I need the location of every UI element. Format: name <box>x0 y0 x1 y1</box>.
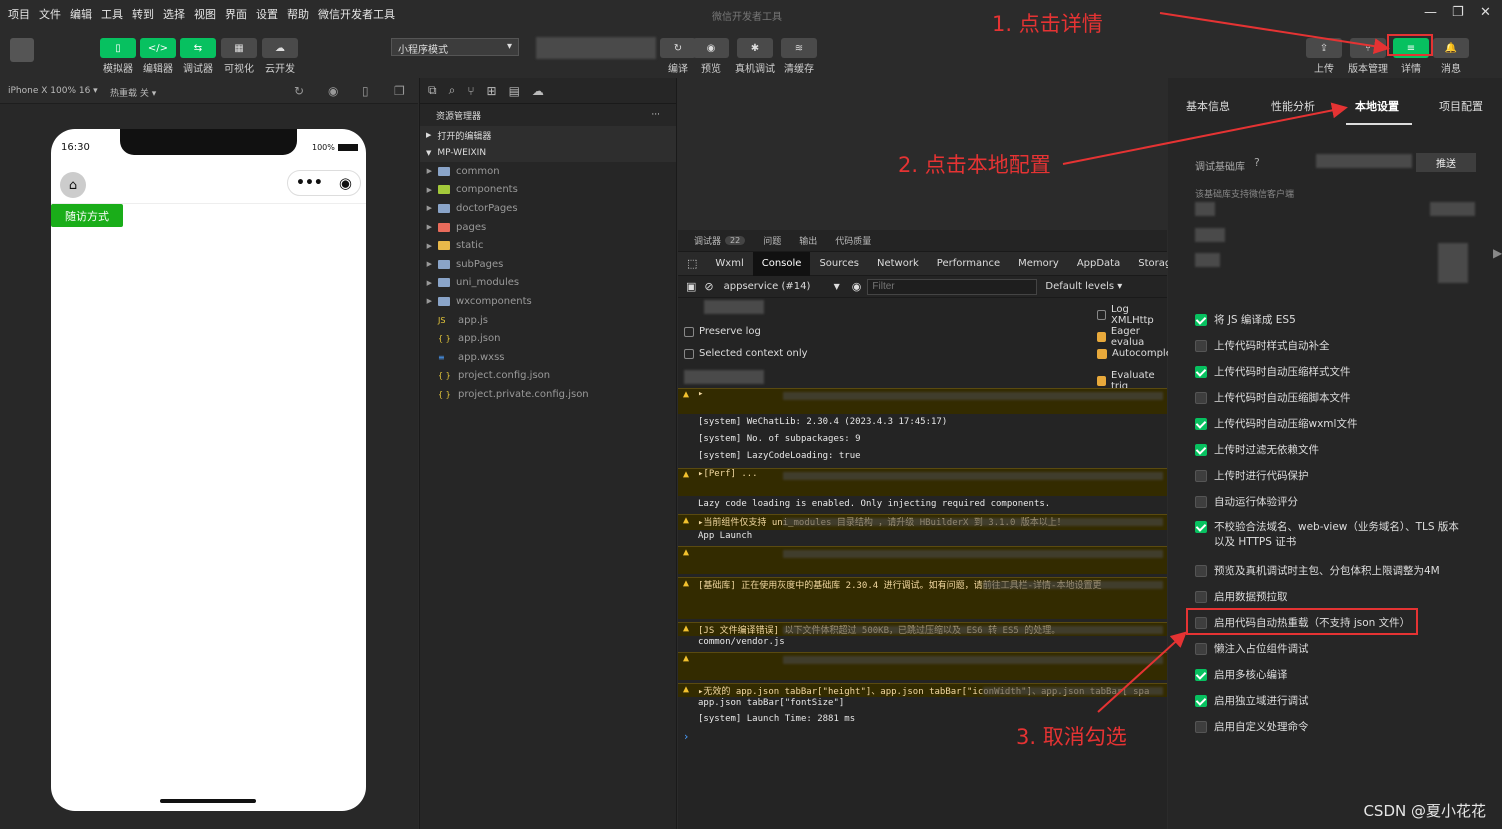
annotation-arrows <box>1062 12 1390 713</box>
arrow-step1 <box>1159 12 1390 55</box>
watermark: CSDN @夏小花花 <box>1363 802 1486 820</box>
arrow-step2 <box>1062 102 1348 165</box>
arrow-step3 <box>1097 631 1187 713</box>
